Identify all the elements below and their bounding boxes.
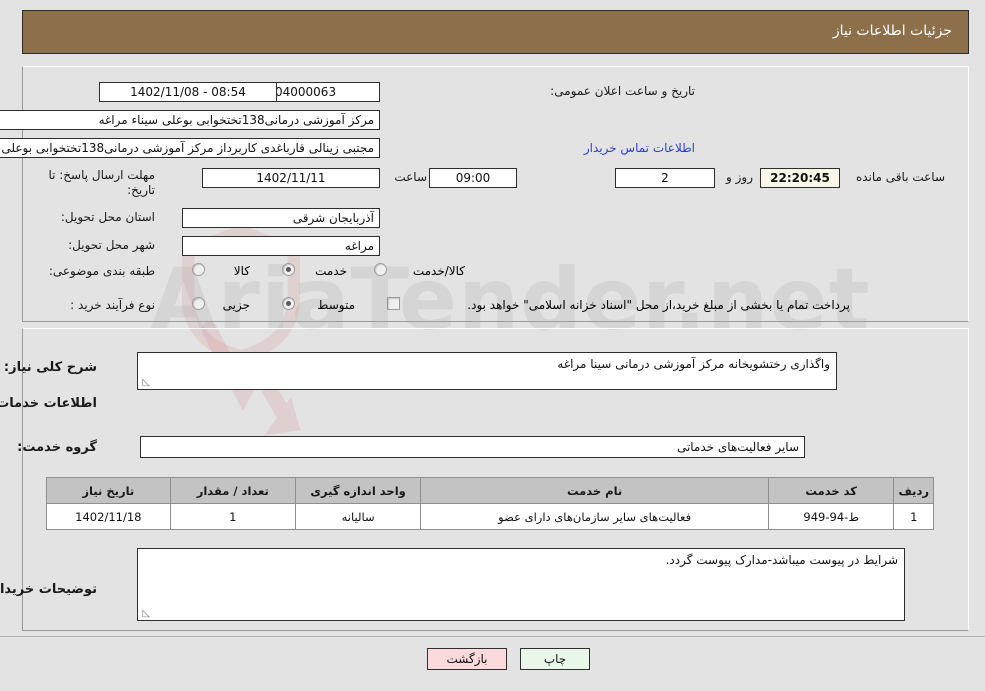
buyer-notes-textarea[interactable]: شرایط در پیوست میباشد-مدارک پیوست گردد. … (137, 548, 905, 621)
remaining-days-value: 2 (615, 168, 715, 188)
public-announce-label: تاریخ و ساعت اعلان عمومی: (550, 84, 695, 98)
print-button[interactable]: چاپ (520, 648, 590, 670)
resize-grip-icon[interactable]: ◺ (140, 378, 150, 388)
process-radio-motevaset[interactable] (282, 297, 295, 310)
category-radio-khedmat-label: خدمت (315, 264, 347, 278)
cell-name: فعالیت‌های سایر سازمان‌های دارای عضو (420, 503, 769, 530)
province-value: آذربایجان شرقی (182, 208, 380, 228)
description-value: واگذاری رختشویخانه مرکز آموزشی درمانی سی… (557, 357, 830, 371)
description-textarea[interactable]: واگذاری رختشویخانه مرکز آموزشی درمانی سی… (137, 352, 837, 390)
category-radio-kala[interactable] (192, 263, 205, 276)
page-title: جزئیات اطلاعات نیاز (832, 23, 952, 39)
summary-panel (22, 66, 969, 322)
th-date: تاریخ نیاز (46, 477, 171, 504)
deadline-label: مهلت ارسال پاسخ: تا تاریخ: (48, 168, 155, 197)
countdown-timer: 22:20:45 (760, 168, 840, 188)
countdown-label: ساعت باقی مانده (855, 170, 945, 184)
public-announce-value: 08:54 - 1402/11/08 (99, 82, 277, 102)
cell-code: ط-94-949 (767, 503, 895, 530)
province-label: استان محل تحویل: (60, 210, 155, 224)
city-label: شهر محل تحویل: (68, 238, 155, 252)
category-radio-kala-label: کالا (233, 264, 250, 278)
service-group-value: سایر فعالیت‌های خدماتی (140, 436, 805, 458)
table-header-row: ردیف کد خدمت نام خدمت واحد اندازه گیری ت… (46, 477, 934, 504)
buyer-org-value: مرکز آموزشی درمانی138تختخوابی بوعلی سینا… (0, 110, 380, 130)
deadline-hour-value: 09:00 (429, 168, 517, 188)
process-radio-jozi[interactable] (192, 297, 205, 310)
cell-unit: سالیانه (294, 503, 422, 530)
back-button[interactable]: بازگشت (427, 648, 507, 670)
services-section-heading: اطلاعات خدمات مورد نیاز (0, 396, 97, 411)
city-value: مراغه (182, 236, 380, 256)
th-row: ردیف (893, 477, 934, 504)
page-header-bar: جزئیات اطلاعات نیاز (22, 10, 969, 54)
requester-value: مجتبی زینالی قارباغدی کاربرداز مرکز آموز… (0, 138, 380, 158)
deadline-hour-label: ساعت (394, 170, 427, 184)
service-group-label: گروه خدمت: (17, 440, 97, 455)
cell-date: 1402/11/18 (46, 503, 171, 530)
category-radio-khedmat[interactable] (282, 263, 295, 276)
tender-detail-page: AriaTender.net جزئیات اطلاعات نیاز شماره… (0, 0, 985, 691)
th-qty: تعداد / مقدار (169, 477, 296, 504)
category-radio-kala-khedmat[interactable] (374, 263, 387, 276)
process-label: نوع فرآیند خرید : (70, 298, 155, 312)
footer-divider (0, 636, 985, 637)
th-unit: واحد اندازه گیری (294, 477, 422, 504)
process-radio-jozi-label: جزیی (222, 298, 250, 312)
process-radio-motevaset-label: متوسط (317, 298, 355, 312)
category-label: طبقه بندی موضوعی: (48, 264, 155, 278)
resize-grip-icon-2[interactable]: ◺ (140, 609, 150, 619)
treasury-docs-label: پرداخت تمام یا بخشی از مبلغ خرید،از محل … (467, 298, 850, 312)
category-radio-kala-khedmat-label: کالا/خدمت (412, 264, 465, 278)
description-label: شرح کلی نیاز: (3, 360, 97, 375)
remaining-days-label: روز و (726, 170, 753, 184)
deadline-date-value: 1402/11/11 (202, 168, 380, 188)
cell-qty: 1 (169, 503, 296, 530)
buyer-notes-label: توضیحات خریدار: (0, 582, 97, 597)
table-row: 1 ط-94-949 فعالیت‌های سایر سازمان‌های دا… (46, 503, 934, 530)
treasury-docs-checkbox[interactable] (387, 297, 400, 310)
th-name: نام خدمت (420, 477, 769, 504)
cell-row: 1 (893, 503, 934, 530)
services-table: ردیف کد خدمت نام خدمت واحد اندازه گیری ت… (46, 477, 934, 530)
buyer-notes-value: شرایط در پیوست میباشد-مدارک پیوست گردد. (665, 553, 898, 567)
th-code: کد خدمت (767, 477, 895, 504)
buyer-contact-link[interactable]: اطلاعات تماس خریدار (584, 141, 695, 155)
